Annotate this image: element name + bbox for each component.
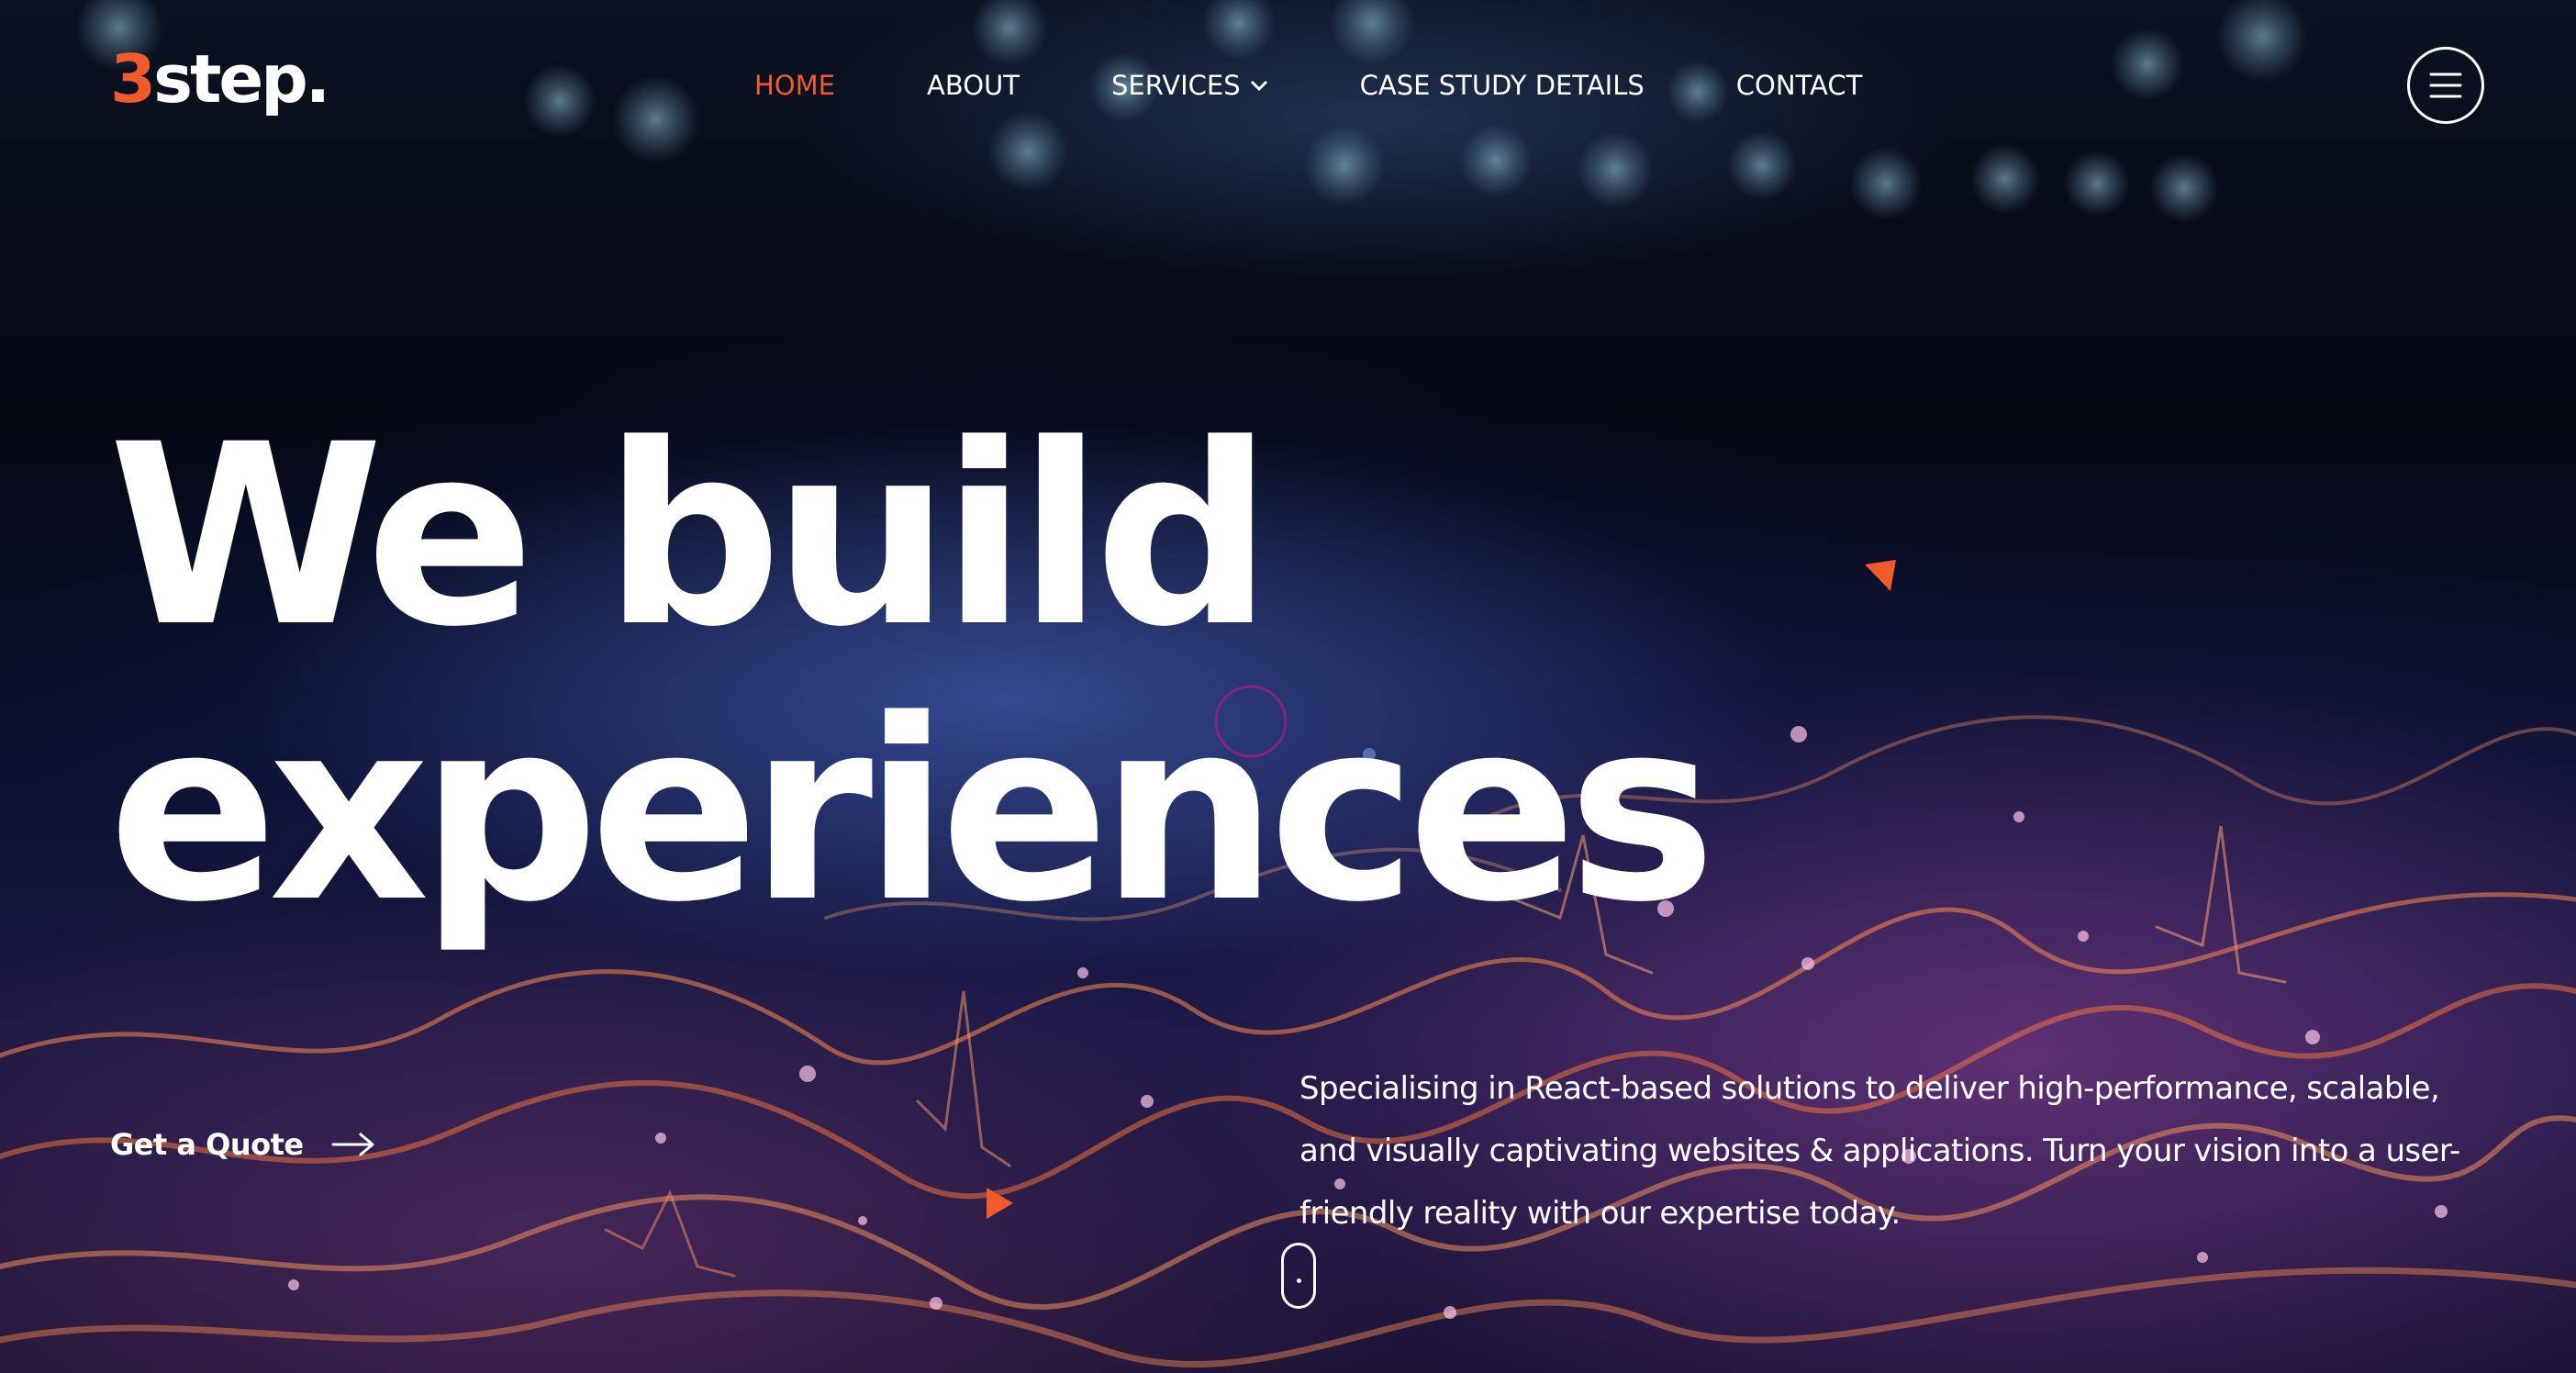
logo-digit: 3 xyxy=(110,40,156,117)
decor-triangle xyxy=(1865,560,1896,591)
nav-item-label: ABOUT xyxy=(926,70,1020,101)
hero-description: Specialising in React-based solutions to… xyxy=(1299,1070,2460,1232)
logo-text: step. xyxy=(153,40,330,117)
menu-button[interactable] xyxy=(2407,47,2484,124)
nav-item-label: CASE STUDY DETAILS xyxy=(1359,70,1645,101)
hamburger-menu-icon xyxy=(2429,73,2462,98)
get-a-quote-button[interactable]: Get a Quote xyxy=(110,1127,375,1162)
nav-item-services[interactable]: SERVICES xyxy=(1111,70,1268,101)
arrow-right-icon xyxy=(331,1133,374,1156)
nav-item-home[interactable]: HOME xyxy=(754,70,835,101)
hero-headline: We build experiences xyxy=(108,392,1716,957)
scroll-down-indicator[interactable] xyxy=(1281,1243,1316,1309)
nav-item-about[interactable]: ABOUT xyxy=(927,70,1020,101)
nav-item-contact[interactable]: CONTACT xyxy=(1736,70,1863,101)
headline-line-2: experiences xyxy=(108,667,1716,957)
nav-item-label: CONTACT xyxy=(1735,70,1863,101)
chevron-down-icon xyxy=(1250,80,1267,92)
scroll-dot xyxy=(1297,1278,1301,1283)
nav-item-label: SERVICES xyxy=(1110,70,1241,101)
headline-line-1: We build xyxy=(108,392,1273,682)
nav-item-case-study-details[interactable]: CASE STUDY DETAILS xyxy=(1360,70,1645,101)
cta-label: Get a Quote xyxy=(110,1127,304,1162)
brand-logo[interactable]: 3step. xyxy=(110,46,330,112)
nav-item-label: HOME xyxy=(754,70,835,101)
main-nav: HOME ABOUT SERVICES CASE STUDY DETAILS C… xyxy=(754,70,1954,101)
hero-section: 3step. HOME ABOUT SERVICES CASE STUDY DE… xyxy=(0,0,2576,1373)
